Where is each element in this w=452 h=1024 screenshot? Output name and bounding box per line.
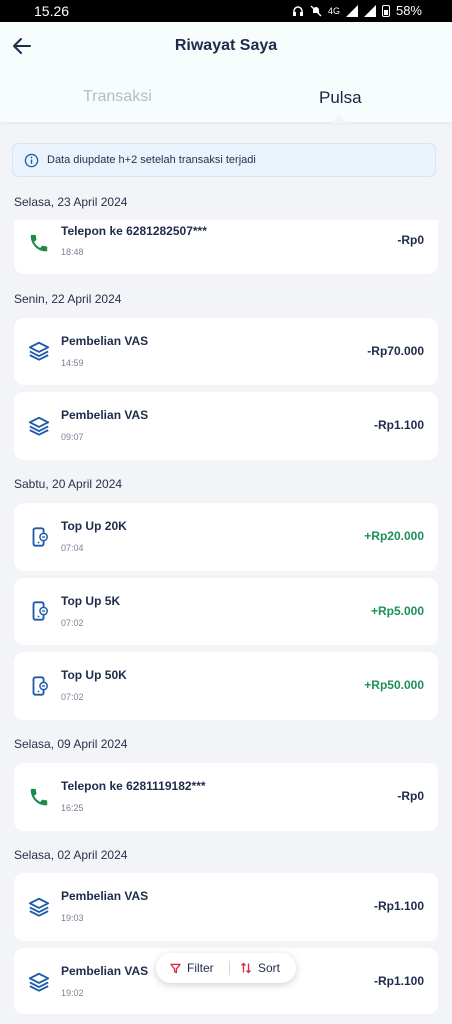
layers-icon <box>28 341 50 361</box>
mobile-topup-icon <box>32 601 48 621</box>
transaction-title: Top Up 20K <box>61 519 127 533</box>
transaction-amount: -Rp70.000 <box>367 344 424 358</box>
transaction-title: Pembelian VAS <box>61 964 149 978</box>
transaction-card[interactable]: Telepon ke 6281119182*** 16:25 -Rp0 <box>14 763 438 831</box>
status-indicators: 4G 58% <box>292 3 422 18</box>
date-header: Sabtu, 20 April 2024 <box>14 477 123 491</box>
battery-icon <box>381 4 390 17</box>
transaction-time: 07:02 <box>61 618 84 628</box>
layers-icon <box>28 972 50 992</box>
date-header: Senin, 22 April 2024 <box>14 292 122 306</box>
transaction-amount: -Rp0 <box>397 789 424 803</box>
info-icon <box>24 153 39 168</box>
info-banner: Data diupdate h+2 setelah transaksi terj… <box>12 143 436 177</box>
transaction-time: 19:02 <box>61 988 84 998</box>
transaction-time: 09:07 <box>61 432 84 442</box>
transaction-amount: +Rp5.000 <box>370 604 424 618</box>
transaction-card[interactable]: Telepon ke 6281282507*** 18:48 -Rp0 <box>14 220 438 274</box>
mobile-topup-icon <box>32 527 48 547</box>
page-title: Riwayat Saya <box>174 37 278 54</box>
layers-icon <box>28 897 50 917</box>
layers-icon <box>28 416 50 436</box>
transaction-amount: -Rp0 <box>397 233 424 247</box>
transaction-title: Top Up 5K <box>61 594 121 608</box>
transaction-card[interactable]: Pembelian VAS 09:07 -Rp1.100 <box>14 392 438 460</box>
divider <box>229 961 230 975</box>
transaction-card[interactable]: Top Up 5K 07:02 +Rp5.000 <box>14 578 438 645</box>
date-header: Selasa, 23 April 2024 <box>14 195 128 209</box>
transaction-title: Pembelian VAS <box>61 334 149 348</box>
sort-button[interactable]: Sort <box>240 953 280 983</box>
transaction-time: 18:48 <box>61 247 84 257</box>
transaction-amount: +Rp20.000 <box>364 529 424 543</box>
transaction-card[interactable]: Top Up 20K 07:04 +Rp20.000 <box>14 503 438 571</box>
network-type: 4G <box>327 5 340 16</box>
transaction-amount: -Rp1.100 <box>373 974 424 988</box>
filter-sort-bar: Filter Sort <box>156 953 296 983</box>
info-text: Data diupdate h+2 setelah transaksi terj… <box>47 154 256 166</box>
date-header: Selasa, 09 April 2024 <box>14 737 128 751</box>
sort-label: Sort <box>258 961 281 975</box>
transaction-time: 16:25 <box>61 803 84 813</box>
status-time: 15.26 <box>34 3 70 19</box>
sort-icon <box>241 962 251 974</box>
transaction-title: Pembelian VAS <box>61 889 149 903</box>
mobile-topup-icon <box>32 676 48 696</box>
battery-level: 58% <box>395 3 422 18</box>
tab-transaksi[interactable]: Transaksi <box>83 88 152 106</box>
transaction-amount: -Rp1.100 <box>373 418 424 432</box>
transaction-card[interactable]: Top Up 50K 07:02 +Rp50.000 <box>14 652 438 720</box>
transaction-title: Telepon ke 6281282507*** <box>61 224 207 238</box>
transaction-title: Pembelian VAS <box>61 408 149 422</box>
mute-icon <box>310 5 322 16</box>
active-tab-pointer <box>331 115 347 123</box>
header: Riwayat Saya Transaksi Pulsa <box>0 22 452 123</box>
transaction-card[interactable]: Pembelian VAS 19:03 -Rp1.100 <box>14 873 438 941</box>
filter-icon <box>170 963 181 973</box>
signal-icon <box>345 4 358 17</box>
filter-button[interactable]: Filter <box>170 953 214 983</box>
transaction-time: 07:04 <box>61 543 84 553</box>
transaction-time: 14:59 <box>61 358 84 368</box>
phone-icon <box>30 788 48 806</box>
filter-label: Filter <box>187 961 214 975</box>
transaction-title: Telepon ke 6281119182*** <box>61 779 206 793</box>
headphones-icon <box>292 5 303 16</box>
transaction-time: 07:02 <box>61 692 84 702</box>
status-bar: 15.26 4G 58% <box>0 0 452 22</box>
signal-icon-2 <box>363 4 376 17</box>
transaction-title: Top Up 50K <box>61 668 127 682</box>
transaction-amount: -Rp1.100 <box>373 899 424 913</box>
transaction-time: 19:03 <box>61 913 84 923</box>
phone-icon <box>30 234 48 252</box>
transaction-amount: +Rp50.000 <box>364 678 424 692</box>
date-header: Selasa, 02 April 2024 <box>14 848 128 862</box>
tab-pulsa[interactable]: Pulsa <box>319 88 362 108</box>
transaction-card[interactable]: Pembelian VAS 14:59 -Rp70.000 <box>14 318 438 385</box>
